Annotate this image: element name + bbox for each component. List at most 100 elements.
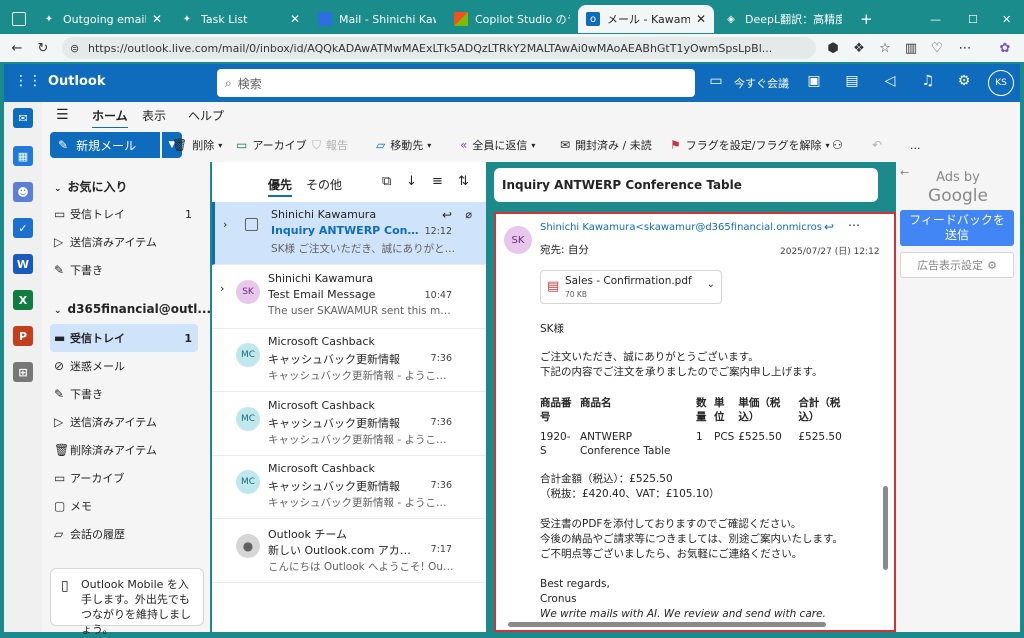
tab-actions-icon[interactable] (4, 5, 32, 33)
more-icon[interactable]: ⋯ (956, 39, 974, 57)
browser-tab-2[interactable]: ✦ Task List ✕ (172, 5, 308, 33)
close-tab-icon[interactable]: ✕ (290, 12, 300, 26)
close-tab-icon[interactable]: ✕ (152, 12, 162, 26)
folder-junk[interactable]: ⊘ 迷惑メール (50, 352, 198, 380)
feedback-button[interactable]: フィードバックを送信 (900, 210, 1014, 246)
person-icon: ● (236, 534, 260, 558)
calendar-icon[interactable]: ▦ (13, 146, 33, 166)
todo-icon[interactable]: ✓ (13, 218, 33, 238)
folder-sent-fav[interactable]: ▷ 送信済みアイテム (50, 228, 198, 256)
folder-inbox[interactable]: ▬ 受信トレイ 1 (50, 324, 198, 352)
site-info-icon[interactable]: ⊜ (70, 42, 79, 55)
folder-drafts[interactable]: ✎ 下書き (50, 380, 198, 408)
video-icon: ▭ (709, 73, 723, 89)
sender-address[interactable]: Shinichi Kawamura<skawamur@d365financial… (540, 222, 822, 233)
avatar[interactable]: KS (988, 70, 1014, 96)
tab-other[interactable]: その他 (306, 176, 342, 193)
tab-view[interactable]: 表示 (142, 107, 166, 124)
sort-icon[interactable]: ⇅ (458, 174, 469, 189)
message-item[interactable]: MC Microsoft Cashback キャッシュバック更新情報 7:36 … (212, 393, 486, 456)
collections-icon[interactable]: ♡ (928, 39, 946, 57)
browser-tab-1[interactable]: ✦ Outgoing email ✕ (34, 5, 170, 33)
extension-icon[interactable]: ⬢ (824, 39, 842, 57)
select-icon[interactable]: ⧉ (382, 174, 391, 189)
browser-tab-4[interactable]: Copilot Studio のライ (446, 5, 578, 33)
message-item[interactable]: › SK Shinichi Kawamura Test Email Messag… (212, 266, 486, 329)
folder-notes[interactable]: ▢ メモ (50, 492, 198, 520)
folder-archive[interactable]: ▭ アーカイブ (50, 464, 198, 492)
flag-button[interactable]: ⚑ フラグを設定/フラグを解除 ▾ (670, 135, 830, 155)
settings-icon[interactable]: ⚙ (954, 73, 974, 89)
teams-icon[interactable]: ▣ (804, 73, 824, 89)
message-item[interactable]: › Shinichi Kawamura ↩ ⌀ Inquiry ANTWERP … (212, 202, 486, 265)
ad-settings-button[interactable]: 広告表示設定 ⚙ (900, 252, 1014, 278)
read-unread-button[interactable]: ✉ 開封済み / 未読 (560, 135, 652, 155)
bell-icon[interactable]: ♫ (918, 73, 938, 89)
horizontal-scrollbar[interactable] (508, 622, 826, 627)
outlook-icon: o (586, 12, 600, 26)
reply-icon[interactable]: ↩ (824, 220, 834, 234)
filter-icon[interactable]: ≡ (432, 174, 443, 189)
folder-drafts-fav[interactable]: ✎ 下書き (50, 256, 198, 284)
puzzle-icon[interactable]: ❖ (850, 39, 868, 57)
word-icon[interactable]: W (13, 254, 33, 274)
browser-tab-5-active[interactable]: oメール - Kawamura Sh✕ (578, 5, 714, 33)
message-item[interactable]: MC Microsoft Cashback キャッシュバック更新情報 7:36 … (212, 329, 486, 392)
close-tab-icon[interactable]: ✕ (696, 12, 706, 26)
vertical-scrollbar[interactable] (883, 486, 888, 570)
move-to-button[interactable]: ▱ 移動先 ▾ (376, 135, 431, 155)
minimize-icon[interactable]: — (922, 5, 942, 33)
search-box[interactable]: ⌕ 検索 (217, 69, 695, 97)
meet-now-button[interactable]: 今すぐ会議 (734, 75, 789, 91)
delete-button[interactable]: 🗑 削除 ▾ (172, 135, 222, 155)
account-header[interactable]: ⌄ d365financial@outl... (54, 302, 211, 316)
sender-avatar[interactable]: SK (504, 226, 532, 254)
attachment-card[interactable]: ▤ Sales - Confirmation.pdf 70 KB ⌄ (540, 270, 722, 304)
more-commands-button[interactable]: ... (910, 135, 921, 155)
new-mail-button[interactable]: ✎ 新規メール (50, 132, 160, 158)
archive-button[interactable]: ▭ アーカイブ (236, 135, 307, 155)
arrow-down-icon[interactable]: ↓ (406, 174, 417, 189)
chevron-right-icon[interactable]: › (220, 282, 224, 295)
new-tab-button[interactable]: + (852, 5, 876, 33)
people-icon[interactable]: ☻ (13, 182, 33, 202)
excel-icon[interactable]: X (13, 290, 33, 310)
hamburger-icon[interactable]: ☰ (56, 107, 69, 123)
browser-tab-6[interactable]: ◈ DeepL翻訳：高精度 (716, 5, 850, 33)
browser-tab-3[interactable]: Mail - Shinichi Kawam (310, 5, 444, 33)
folder-deleted[interactable]: 🗑 削除済みアイテム (50, 436, 198, 464)
more-apps-icon[interactable]: ⊞ (13, 362, 33, 382)
more-icon[interactable]: ⋯ (848, 218, 860, 232)
close-window-icon[interactable]: ✕ (994, 5, 1014, 33)
tab-focused[interactable]: 優先 (268, 176, 293, 197)
folder-inbox-fav[interactable]: ▭ 受信トレイ 1 (50, 200, 198, 228)
app-launcher-icon[interactable]: ⋮⋮ (14, 73, 42, 89)
report-button[interactable]: ⛉ 報告 (312, 135, 348, 155)
chevron-right-icon[interactable]: › (223, 218, 227, 231)
outlook-mobile-promo[interactable]: ▯ Outlook Mobile を入手します。外出先でもつながりを維持しましょ… (50, 568, 204, 636)
notes-icon[interactable]: ▤ (842, 73, 862, 89)
split-screen-icon[interactable]: ▥ (902, 39, 920, 57)
maximize-icon[interactable]: ☐ (960, 5, 980, 33)
favorites-icon[interactable]: ☆ (876, 39, 894, 57)
back-icon[interactable]: ← (8, 39, 26, 57)
powerpoint-icon[interactable]: P (13, 326, 33, 346)
folder-sent[interactable]: ▷ 送信済みアイテム (50, 408, 198, 436)
mail-icon[interactable]: ✉ (13, 108, 33, 128)
copilot-icon[interactable]: ✿ (996, 39, 1014, 57)
tab-help[interactable]: ヘルプ (188, 107, 224, 124)
reply-all-button[interactable]: «全員に返信 ▾ (460, 135, 535, 155)
favorites-header[interactable]: ⌄ お気に入り (54, 178, 128, 195)
undo-button[interactable]: ↶ (872, 135, 887, 155)
message-item[interactable]: ● Outlook チーム 新しい Outlook.com アカウントへ... … (212, 520, 486, 583)
megaphone-icon[interactable]: ◁ (880, 73, 900, 89)
trash-icon: 🗑 (54, 443, 70, 457)
refresh-icon[interactable]: ↻ (34, 39, 52, 57)
message-item[interactable]: MC Microsoft Cashback キャッシュバック更新情報 7:36 … (212, 456, 486, 519)
tab-home[interactable]: ホーム (92, 107, 128, 129)
chevron-down-icon[interactable]: ⌄ (707, 279, 715, 290)
folder-history[interactable]: ▱ 会話の履歴 (50, 520, 198, 548)
url-field[interactable]: ⊜ https://outlook.live.com/mail/0/inbox/… (62, 37, 816, 59)
select-checkbox[interactable] (245, 218, 258, 231)
apps-button[interactable]: ⚇ (832, 135, 848, 155)
